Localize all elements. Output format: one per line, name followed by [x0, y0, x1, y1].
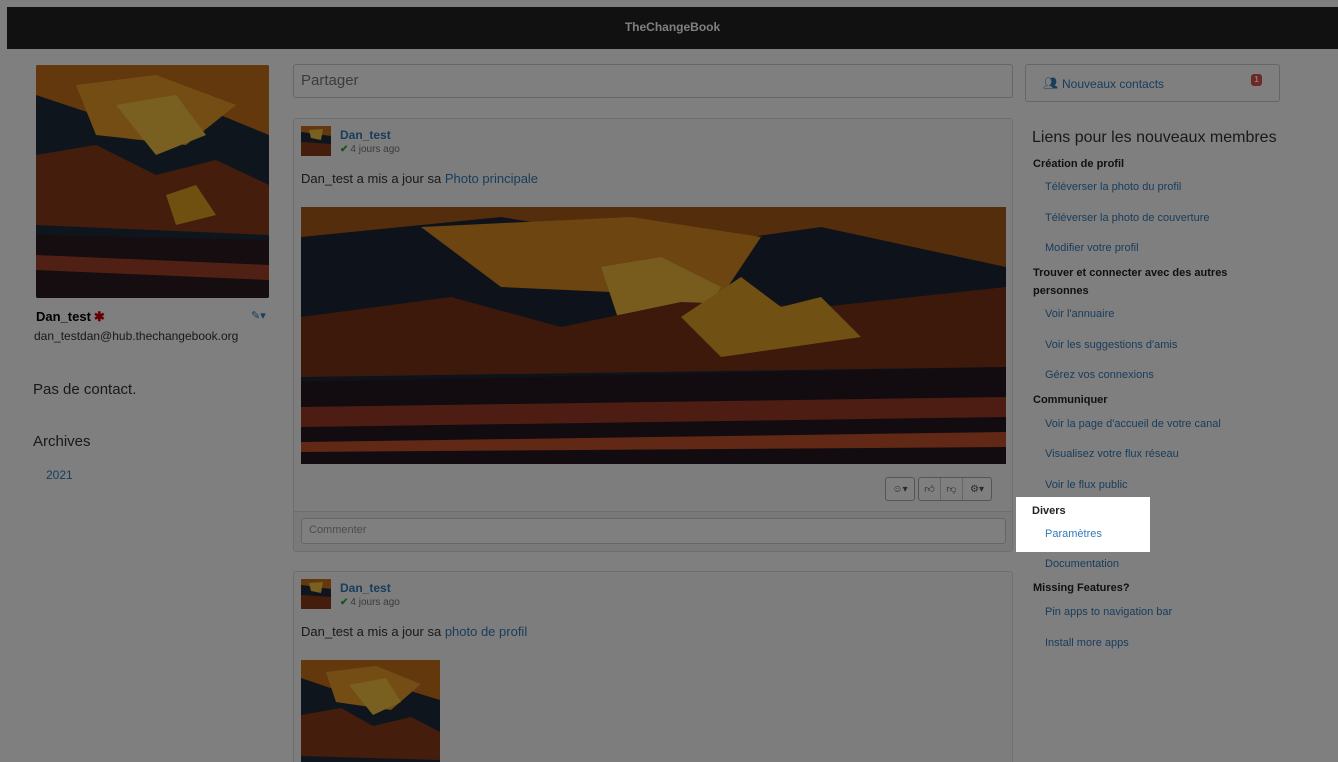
share-input[interactable]: Partager	[293, 64, 1013, 98]
reaction-group: 👍︎ 👎︎ ⚙▾	[918, 477, 992, 501]
profile-cover-photo[interactable]	[36, 65, 269, 298]
post-text: Dan_test a mis a jour sa Photo principal…	[301, 171, 538, 186]
post-image[interactable]	[301, 660, 440, 762]
smiley-icon[interactable]: ☺▾	[886, 478, 914, 500]
post-author[interactable]: Dan_test	[340, 128, 391, 142]
archives-title: Archives	[33, 433, 91, 450]
link-upload-profile-photo[interactable]: Téléverser la photo du profil	[1045, 181, 1181, 193]
post-link[interactable]: Photo principale	[445, 171, 538, 186]
link-edit-profile[interactable]: Modifier votre profil	[1045, 242, 1139, 254]
post-text-prefix: Dan_test a mis a jour sa	[301, 624, 442, 639]
link-directory[interactable]: Voir l'annuaire	[1045, 308, 1114, 320]
profile-address: dan_testdan@hub.thechangebook.org	[34, 329, 239, 343]
post-card: Dan_test ✔ 4 jours ago Dan_test a mis a j…	[293, 571, 1013, 762]
link-install-apps[interactable]: Install more apps	[1045, 637, 1129, 649]
new-contacts-button[interactable]: 👥︎ Nouveaux contacts 1	[1025, 64, 1280, 102]
link-settings[interactable]: Paramètres	[1045, 528, 1102, 540]
link-friend-suggestions[interactable]: Voir les suggestions d'amis	[1045, 339, 1177, 351]
post-image[interactable]	[301, 207, 1006, 464]
check-icon: ✔	[340, 144, 349, 155]
asterisk-icon: ✱	[93, 309, 105, 324]
post-ago-text: 4 jours ago	[350, 597, 400, 608]
link-documentation[interactable]: Documentation	[1045, 558, 1119, 570]
section-communicate: Communiquer	[1033, 394, 1108, 406]
brand[interactable]: TheChangeBook	[7, 20, 1338, 34]
link-pin-apps[interactable]: Pin apps to navigation bar	[1045, 606, 1172, 618]
link-upload-cover-photo[interactable]: Téléverser la photo de couverture	[1045, 212, 1209, 224]
section-misc: Divers	[1032, 505, 1066, 517]
link-manage-connections[interactable]: Gérez vos connexions	[1045, 369, 1154, 381]
check-icon: ✔	[340, 597, 349, 608]
app-frame: TheChangeBook Dan_test ✱ ✎▾ dan_testdan@h…	[7, 7, 1338, 762]
no-contact-text: Pas de contact.	[33, 381, 137, 398]
new-contacts-badge: 1	[1251, 74, 1262, 86]
gear-icon[interactable]: ⚙▾	[963, 478, 991, 500]
section-missing-features: Missing Features?	[1033, 582, 1130, 594]
post-toolbar: ☺▾ 👍︎ 👎︎ ⚙▾	[885, 477, 992, 501]
profile-name[interactable]: Dan_test ✱	[36, 309, 105, 325]
post-ago-text: 4 jours ago	[350, 144, 400, 155]
author-avatar[interactable]	[301, 579, 331, 609]
post-link[interactable]: photo de profil	[445, 624, 527, 639]
post-timestamp: ✔ 4 jours ago	[340, 597, 400, 608]
comment-input[interactable]: Commenter	[301, 518, 1006, 544]
thumbs-down-icon[interactable]: 👎︎	[941, 478, 963, 500]
pencil-icon[interactable]: ✎▾	[251, 309, 266, 322]
link-network-stream[interactable]: Visualisez votre flux réseau	[1045, 448, 1179, 460]
users-icon: 👥︎	[1043, 76, 1059, 90]
post-card: Dan_test ✔ 4 jours ago Dan_test a mis a j…	[293, 118, 1013, 552]
post-text-prefix: Dan_test a mis a jour sa	[301, 171, 442, 186]
profile-name-text: Dan_test	[36, 309, 91, 324]
navbar: TheChangeBook	[7, 7, 1338, 49]
emoji-group: ☺▾	[885, 477, 915, 501]
section-profile-creation: Création de profil	[1033, 158, 1125, 170]
archive-year-link[interactable]: 2021	[46, 468, 73, 482]
post-author[interactable]: Dan_test	[340, 581, 391, 595]
link-channel-home[interactable]: Voir la page d'accueil de votre canal	[1045, 418, 1221, 430]
author-avatar[interactable]	[301, 126, 331, 156]
post-text: Dan_test a mis a jour sa photo de profil	[301, 624, 527, 639]
post-timestamp: ✔ 4 jours ago	[340, 144, 400, 155]
link-public-stream[interactable]: Voir le flux public	[1045, 479, 1128, 491]
thumbs-up-icon[interactable]: 👍︎	[919, 478, 941, 500]
section-find-connect: Trouver et connecter avec des autres per…	[1033, 267, 1228, 297]
new-member-links-title: Liens pour les nouveaux membres	[1032, 129, 1277, 146]
new-contacts-label: Nouveaux contacts	[1062, 77, 1165, 91]
